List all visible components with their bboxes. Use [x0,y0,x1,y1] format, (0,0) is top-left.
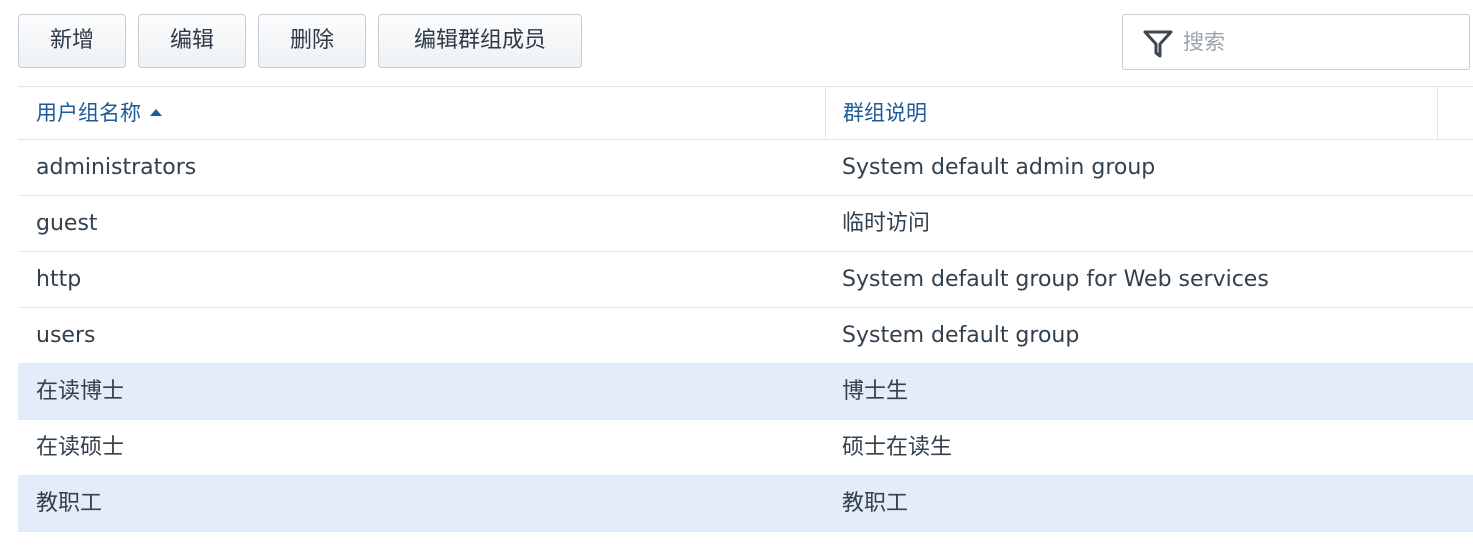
delete-button[interactable]: 删除 [258,14,366,68]
group-name-cell: http [36,267,82,292]
group-name-cell: users [36,323,96,348]
group-name-cell: 在读硕士 [36,435,125,460]
group-description-cell: 临时访问 [842,211,931,236]
group-description-cell: System default group [842,323,1080,348]
table-row[interactable]: 在读硕士 硕士在读生 [18,420,1473,476]
group-table: 用户组名称 群组说明 administrators System default… [18,86,1473,553]
table-body: administrators System default admin grou… [18,140,1473,532]
edit-group-members-button[interactable]: 编辑群组成员 [378,14,582,68]
search-input[interactable] [1183,21,1463,63]
column-header-label: 用户组名称 [36,101,141,125]
group-description-cell: 博士生 [842,379,909,404]
group-name-cell: administrators [36,155,197,180]
group-description-cell: 硕士在读生 [842,435,953,460]
group-description-cell: System default group for Web services [842,267,1269,292]
table-row[interactable]: http System default group for Web servic… [18,252,1473,308]
column-header-extra[interactable] [1437,87,1473,139]
group-name-cell: 在读博士 [36,379,125,404]
column-header-label: 群组说明 [843,101,927,125]
table-row[interactable]: 教职工 教职工 [18,476,1473,532]
table-row[interactable]: 在读博士 博士生 [18,364,1473,420]
table-header: 用户组名称 群组说明 [18,86,1473,140]
add-button[interactable]: 新增 [18,14,126,68]
toolbar: 新增 编辑 删除 编辑群组成员 [0,0,1473,86]
filter-icon[interactable] [1143,29,1173,59]
edit-button[interactable]: 编辑 [138,14,246,68]
group-description-cell: System default admin group [842,155,1156,180]
table-row[interactable]: guest 临时访问 [18,196,1473,252]
user-group-panel: 新增 编辑 删除 编辑群组成员 用户组名称 群组说明 administrator… [0,0,1473,553]
sort-ascending-icon [150,108,162,116]
group-description-cell: 教职工 [842,491,909,516]
group-name-cell: guest [36,211,98,236]
table-row[interactable]: users System default group [18,308,1473,364]
table-row[interactable]: administrators System default admin grou… [18,140,1473,196]
search-box[interactable] [1122,14,1470,70]
column-header-description[interactable]: 群组说明 [825,87,1437,139]
group-name-cell: 教职工 [36,491,103,516]
column-header-group-name[interactable]: 用户组名称 [18,87,825,139]
